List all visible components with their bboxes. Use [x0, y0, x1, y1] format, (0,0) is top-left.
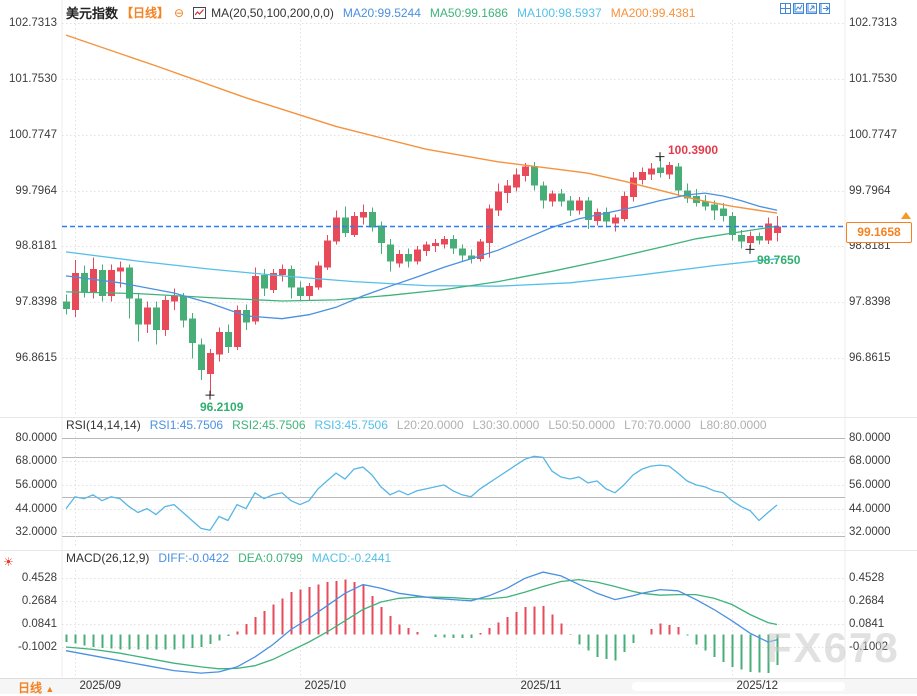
rsi-l70-label: L70:70.0000	[624, 418, 691, 432]
month-label: 2025/10	[304, 680, 347, 692]
axis-tick-label: 102.7313	[849, 16, 897, 29]
main-chart-header: 美元指数 【日线】 ⊖ MA(20,50,100,200,0,0) MA20:9…	[66, 3, 695, 22]
axis-tick-label: 97.8398	[849, 295, 891, 308]
rsi-title: RSI(14,14,14)	[66, 418, 141, 432]
right-axis: 102.7313 101.7530 100.7747 99.7964 98.8181 97…	[846, 0, 917, 678]
macd-histogram	[65, 579, 779, 674]
axis-tick-label: 68.0000	[15, 454, 57, 467]
time-axis-bar: 日线 ▲ 2025/09 2025/10 2025/11 2025/12	[0, 678, 917, 696]
rsi-line	[65, 455, 778, 532]
price-scale-icon[interactable]	[806, 3, 817, 14]
low-price-label: 96.2109	[200, 400, 244, 415]
go-to-realtime-icon[interactable]	[819, 3, 830, 14]
axis-tick-label: 56.0000	[849, 478, 891, 491]
recent-low-label: 98.7650	[757, 253, 801, 268]
macd-dea-value: DEA:0.0799	[238, 551, 303, 565]
price-up-arrow-icon	[901, 212, 911, 220]
rsi-l80-label: L80:80.0000	[699, 418, 767, 432]
grid-layer	[0, 0, 917, 677]
axis-tick-label: 32.0000	[15, 525, 57, 538]
axis-tick-label: 0.4528	[21, 571, 57, 584]
period-tag[interactable]: 【日线】	[121, 4, 169, 21]
axis-tick-label: 0.0841	[21, 617, 57, 630]
axis-tick-label: 56.0000	[15, 478, 57, 491]
period-label: 日线	[18, 681, 43, 695]
ma100-line	[65, 251, 778, 287]
axis-tick-label: 32.0000	[849, 525, 891, 538]
month-label: 2025/12	[736, 680, 779, 692]
ma200-value: MA200:99.4381	[610, 5, 696, 20]
ma-params-label: MA(20,50,100,200,0,0)	[211, 5, 334, 20]
axis-tick-label: 68.0000	[849, 454, 891, 467]
high-price-label: 100.3900	[668, 142, 719, 157]
crosshair-icon[interactable]	[780, 3, 791, 14]
axis-tick-label: 98.8181	[15, 239, 57, 252]
collapse-icon[interactable]: ⊖	[174, 7, 184, 19]
macd-diff-line	[65, 571, 778, 674]
macd-value: MACD:-0.2441	[311, 551, 392, 565]
month-label: 2025/11	[520, 680, 562, 692]
axis-tick-label: 101.7530	[849, 72, 897, 85]
axis-tick-label: 0.2684	[21, 594, 57, 607]
rsi-header: RSI(14,14,14) RSI1:45.7506 RSI2:45.7506 …	[66, 418, 767, 432]
ma20-value: MA20:99.5244	[342, 5, 421, 20]
sun-icon[interactable]: ☀	[3, 555, 14, 569]
macd-diff-value: DIFF:-0.0422	[158, 551, 230, 565]
chart-toolbar	[780, 3, 830, 14]
axis-tick-label: 80.0000	[849, 431, 891, 444]
axis-tick-label: 44.0000	[849, 502, 891, 515]
auto-scale-icon[interactable]	[793, 3, 804, 14]
ma50-value: MA50:99.1686	[429, 5, 508, 20]
rsi-l20-label: L20:20.0000	[396, 418, 464, 432]
rsi-l50-label: L50:50.0000	[548, 418, 616, 432]
watermark: FX678	[766, 624, 900, 671]
axis-tick-label: 80.0000	[15, 431, 57, 444]
axis-tick-label: 44.0000	[15, 502, 57, 515]
rsi3-value: RSI3:45.7506	[314, 418, 388, 432]
macd-header: MACD(26,12,9) DIFF:-0.0422 DEA:0.0799 MA…	[66, 551, 391, 565]
axis-tick-label: 101.7530	[9, 72, 57, 85]
axis-tick-label: 99.7964	[15, 184, 57, 197]
axis-tick-label: 100.7747	[849, 128, 897, 141]
axis-tick-label: 100.7747	[9, 128, 57, 141]
axis-tick-label: 0.4528	[849, 571, 885, 584]
current-price-badge: 99.1658	[846, 222, 912, 244]
macd-title: MACD(26,12,9)	[66, 551, 150, 565]
axis-tick-label: 0.2684	[849, 594, 885, 607]
symbol-name: 美元指数	[66, 6, 119, 21]
period-selector[interactable]: 日线 ▲	[18, 679, 54, 696]
rsi-l30-label: L30:30.0000	[472, 418, 540, 432]
left-axis: 102.7313 101.7530 100.7747 99.7964 98.8181 97…	[0, 0, 60, 678]
axis-tick-label: -0.1002	[17, 640, 57, 653]
rsi2-value: RSI2:45.7506	[232, 418, 306, 432]
axis-tick-label: 102.7313	[9, 16, 57, 29]
axis-tick-label: 97.8398	[15, 295, 57, 308]
axis-tick-label: 96.8615	[15, 351, 57, 364]
chart-canvas[interactable]	[0, 0, 917, 694]
ma200-line	[65, 34, 778, 214]
ma100-value: MA100:98.5937	[516, 5, 602, 20]
axis-tick-label: 99.7964	[849, 184, 891, 197]
month-label: 2025/09	[79, 680, 122, 692]
indicator-settings-icon[interactable]	[193, 6, 207, 19]
rsi1-value: RSI1:45.7506	[149, 418, 224, 432]
caret-up-icon: ▲	[45, 684, 55, 694]
ma50-line	[65, 225, 778, 302]
axis-tick-label: 96.8615	[849, 351, 891, 364]
